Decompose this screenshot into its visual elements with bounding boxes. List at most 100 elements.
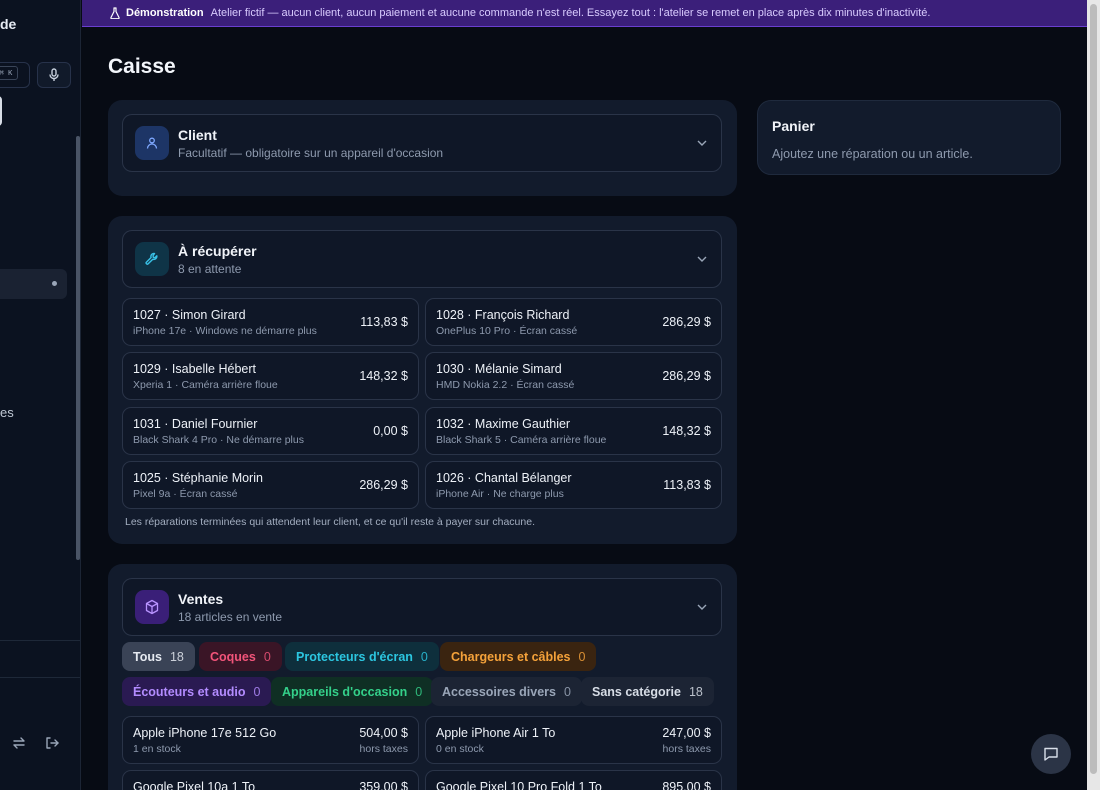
category-count: 18 — [169, 649, 184, 664]
logout-icon — [46, 737, 59, 749]
product-tax-note: hors taxes — [662, 743, 711, 755]
product-item[interactable]: Google Pixel 10a 1 To 359,00 $ — [122, 770, 419, 790]
category-filter-sans-categorie[interactable]: Sans catégorie 18 — [581, 677, 714, 706]
category-label: Accessoires divers — [442, 684, 556, 699]
pickup-item-price: 286,29 $ — [359, 478, 408, 492]
microphone-icon — [49, 68, 59, 81]
pickup-title: À récupérer — [178, 243, 257, 259]
pickup-item-subtitle: Black Shark 4 Pro · Ne démarre plus — [133, 434, 304, 446]
pickup-item-subtitle: Pixel 9a · Écran cassé — [133, 488, 238, 500]
product-tax-note: hors taxes — [359, 743, 408, 755]
page-scrollbar[interactable] — [1087, 0, 1100, 790]
category-filter-accessoires[interactable]: Accessoires divers 0 — [431, 677, 582, 706]
client-accordion[interactable]: Client Facultatif — obligatoire sur un a… — [122, 114, 722, 172]
pickup-item[interactable]: 1030 · Mélanie Simard HMD Nokia 2.2 · Éc… — [425, 352, 722, 400]
switch-user-button[interactable] — [10, 734, 28, 752]
product-title: Google Pixel 10 Pro Fold 1 To — [436, 780, 602, 790]
category-label: Appareils d'occasion — [282, 684, 408, 699]
demo-banner-label: Démonstration — [126, 7, 204, 19]
category-count: 0 — [563, 684, 571, 699]
category-label: Coques — [210, 649, 256, 664]
product-title: Apple iPhone 17e 512 Go — [133, 726, 277, 740]
pickup-item-price: 113,83 $ — [360, 315, 408, 329]
category-filter-occasion[interactable]: Appareils d'occasion 0 — [271, 677, 434, 706]
pickup-item[interactable]: 1031 · Daniel Fournier Black Shark 4 Pro… — [122, 407, 419, 455]
pickup-item-subtitle: Xperia 1 · Caméra arrière floue — [133, 379, 278, 391]
sidebar: de ⌘ K es — [0, 0, 81, 790]
pickup-item-price: 148,32 $ — [662, 424, 711, 438]
pickup-item-subtitle: OnePlus 10 Pro · Écran cassé — [436, 325, 578, 337]
cart-empty-message: Ajoutez une réparation ou un article. — [772, 147, 973, 161]
chevron-down-icon — [697, 256, 707, 262]
sidebar-item-label: es — [0, 405, 14, 420]
sidebar-divider — [0, 677, 80, 678]
sales-accordion[interactable]: Ventes 18 articles en vente — [122, 578, 722, 636]
sidebar-app-title: de — [0, 16, 17, 32]
pickup-item-title: 1028 · François Richard — [436, 308, 570, 322]
product-price: 895,00 $ — [662, 780, 711, 790]
pickup-item-subtitle: iPhone 17e · Windows ne démarre plus — [133, 325, 317, 337]
demo-banner: Démonstration Atelier fictif — aucun cli… — [82, 0, 1087, 27]
category-filter-protecteurs[interactable]: Protecteurs d'écran 0 — [285, 642, 439, 671]
chat-icon — [1044, 747, 1058, 761]
product-price: 247,00 $ — [662, 726, 711, 740]
client-title: Client — [178, 127, 217, 143]
chat-button[interactable] — [1031, 734, 1071, 774]
pickup-note: Les réparations terminées qui attendent … — [125, 516, 535, 528]
sidebar-selected-item[interactable] — [0, 96, 2, 126]
product-item[interactable]: Apple iPhone Air 1 To 0 en stock 247,00 … — [425, 716, 722, 764]
pickup-item-subtitle: iPhone Air · Ne charge plus — [436, 488, 564, 500]
pickup-item-title: 1031 · Daniel Fournier — [133, 417, 258, 431]
cart-panel: Panier Ajoutez une réparation ou un arti… — [757, 100, 1061, 175]
sales-card: Ventes 18 articles en vente Tous 18 Coque… — [108, 564, 737, 790]
category-filter-chargeurs[interactable]: Chargeurs et câbles 0 — [440, 642, 597, 671]
sales-title: Ventes — [178, 591, 224, 607]
pickup-item[interactable]: 1029 · Isabelle Hébert Xperia 1 · Caméra… — [122, 352, 419, 400]
pickup-item[interactable]: 1025 · Stéphanie Morin Pixel 9a · Écran … — [122, 461, 419, 509]
page-scrollbar-thumb[interactable] — [1090, 4, 1097, 774]
active-dot-indicator — [52, 281, 57, 286]
product-item[interactable]: Apple iPhone 17e 512 Go 1 en stock 504,0… — [122, 716, 419, 764]
pickup-item[interactable]: 1032 · Maxime Gauthier Black Shark 5 · C… — [425, 407, 722, 455]
category-count: 0 — [420, 649, 428, 664]
sales-subtitle: 18 articles en vente — [178, 610, 283, 624]
product-stock: 0 en stock — [436, 743, 484, 755]
pickup-item[interactable]: 1027 · Simon Girard iPhone 17e · Windows… — [122, 298, 419, 346]
category-filter-coques[interactable]: Coques 0 — [199, 642, 282, 671]
pickup-item[interactable]: 1026 · Chantal Bélanger iPhone Air · Ne … — [425, 461, 722, 509]
keyboard-shortcut-hint: ⌘ K — [0, 66, 18, 80]
category-label: Écouteurs et audio — [133, 684, 246, 699]
category-filter-ecouteurs[interactable]: Écouteurs et audio 0 — [122, 677, 272, 706]
pickup-item[interactable]: 1028 · François Richard OnePlus 10 Pro ·… — [425, 298, 722, 346]
category-count: 18 — [688, 684, 703, 699]
pickup-item-title: 1027 · Simon Girard — [133, 308, 246, 322]
product-price: 359,00 $ — [359, 780, 408, 790]
pickup-item-title: 1029 · Isabelle Hébert — [133, 362, 256, 376]
sidebar-scrollbar[interactable] — [76, 136, 80, 560]
product-price: 504,00 $ — [359, 726, 408, 740]
product-item[interactable]: Google Pixel 10 Pro Fold 1 To 895,00 $ — [425, 770, 722, 790]
swap-icon — [13, 737, 25, 749]
pickup-accordion[interactable]: À récupérer 8 en attente — [122, 230, 722, 288]
pickup-item-subtitle: Black Shark 5 · Caméra arrière floue — [436, 434, 607, 446]
client-card: Client Facultatif — obligatoire sur un a… — [108, 100, 737, 196]
pickup-item-title: 1025 · Stéphanie Morin — [133, 471, 263, 485]
logout-button[interactable] — [43, 734, 61, 752]
client-subtitle: Facultatif — obligatoire sur un appareil… — [178, 146, 444, 160]
category-count: 0 — [578, 649, 586, 664]
category-label: Tous — [133, 649, 162, 664]
pickup-item-title: 1026 · Chantal Bélanger — [436, 471, 572, 485]
category-label: Sans catégorie — [592, 684, 681, 699]
category-label: Protecteurs d'écran — [296, 649, 413, 664]
microphone-button[interactable] — [37, 62, 71, 88]
pickup-item-price: 0,00 $ — [373, 424, 408, 438]
pickup-card: À récupérer 8 en attente 1027 · Simon Gi… — [108, 216, 737, 544]
category-filter-tous[interactable]: Tous 18 — [122, 642, 195, 671]
cart-title: Panier — [772, 118, 815, 134]
page-title: Caisse — [108, 55, 176, 78]
chevron-down-icon — [697, 604, 707, 610]
product-stock: 1 en stock — [133, 743, 181, 755]
demo-banner-text: Atelier fictif — aucun client, aucun pai… — [210, 7, 931, 19]
category-count: 0 — [253, 684, 261, 699]
category-label: Chargeurs et câbles — [451, 649, 571, 664]
